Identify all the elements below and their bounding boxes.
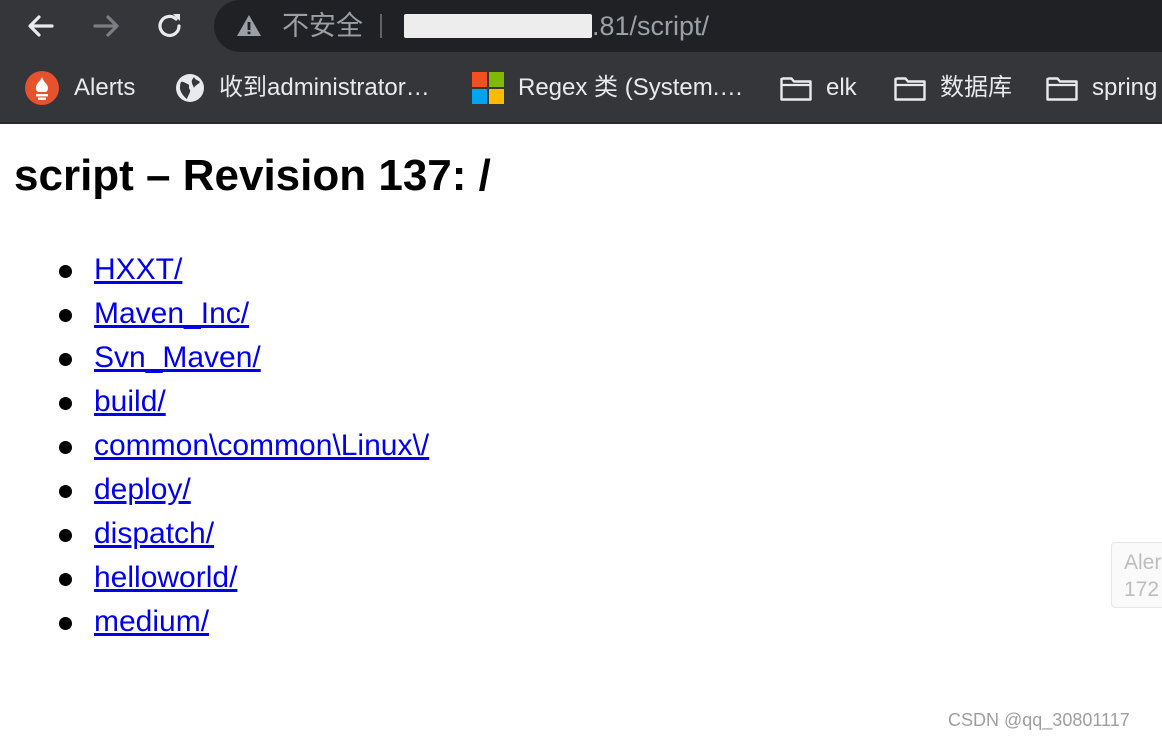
directory-link-common-linux[interactable]: common\common\Linux\/	[94, 429, 429, 462]
tooltip-line: Aler	[1124, 551, 1162, 574]
forward-button[interactable]	[86, 6, 126, 46]
bullet	[59, 529, 72, 542]
browser-toolbar: 不安全 .81/script/	[0, 0, 1162, 52]
bullet	[59, 573, 72, 586]
folder-icon	[894, 77, 926, 101]
url-text[interactable]: .81/script/	[592, 7, 709, 45]
tooltip-line: 172	[1124, 578, 1160, 601]
reload-icon	[158, 14, 181, 38]
directory-link-build[interactable]: build/	[94, 385, 166, 418]
bookmarks-bar: Alerts 收到administrator… Regex 类 (System.…	[0, 52, 1162, 124]
arrow-right-icon	[93, 15, 119, 37]
folder-icon	[1046, 77, 1078, 101]
folder-icon	[780, 77, 812, 101]
bookmark-label: spring	[1092, 74, 1158, 101]
directory-link-helloworld[interactable]: helloworld/	[94, 561, 237, 594]
list-item: build/	[0, 380, 429, 424]
bullet	[59, 265, 72, 278]
bookmark-label: Alerts	[74, 74, 136, 101]
list-item: deploy/	[0, 468, 429, 512]
bullet	[59, 309, 72, 322]
bookmark-administrator[interactable]: 收到administrator…	[175, 70, 430, 106]
directory-link-maven-inc[interactable]: Maven_Inc/	[94, 297, 249, 330]
bookmark-folder-database[interactable]: 数据库	[894, 70, 1012, 106]
bookmark-label: 数据库	[940, 74, 1012, 101]
bookmark-folder-spring[interactable]: spring	[1046, 70, 1157, 106]
list-item: medium/	[0, 600, 429, 644]
bookmark-regex[interactable]: Regex 类 (System.…	[472, 70, 743, 106]
bullet	[59, 441, 72, 454]
reload-button[interactable]	[150, 6, 190, 46]
bookmark-label: 收到administrator…	[219, 74, 430, 101]
globe-icon	[176, 74, 204, 102]
directory-link-medium[interactable]: medium/	[94, 605, 209, 638]
list-item: HXXT/	[0, 248, 429, 292]
list-item: Svn_Maven/	[0, 336, 429, 380]
bookmark-folder-elk[interactable]: elk	[780, 70, 857, 106]
list-item: Maven_Inc/	[0, 292, 429, 336]
list-item: common\common\Linux\/	[0, 424, 429, 468]
list-item: helloworld/	[0, 556, 429, 600]
back-button[interactable]	[21, 6, 61, 46]
page-title: script – Revision 137: /	[14, 151, 491, 200]
address-bar[interactable]: 不安全 .81/script/	[214, 0, 1162, 52]
bullet	[59, 353, 72, 366]
list-item: dispatch/	[0, 512, 429, 556]
watermark: CSDN @qq_30801117	[948, 710, 1130, 730]
bookmark-label: Regex 类 (System.…	[518, 74, 744, 101]
notification-tooltip[interactable]: Aler 172	[1111, 542, 1162, 608]
redacted-address	[404, 14, 592, 38]
directory-link-hxxt[interactable]: HXXT/	[94, 253, 182, 286]
directory-link-svn-maven[interactable]: Svn_Maven/	[94, 341, 261, 374]
separator	[380, 14, 382, 38]
warning-icon[interactable]	[236, 13, 262, 39]
bullet	[59, 397, 72, 410]
microsoft-icon	[472, 72, 504, 104]
bookmark-alerts[interactable]: Alerts	[24, 70, 135, 106]
arrow-left-icon	[28, 15, 54, 37]
bullet	[59, 617, 72, 630]
directory-link-deploy[interactable]: deploy/	[94, 473, 191, 506]
directory-list: HXXT/ Maven_Inc/ Svn_Maven/ build/ commo…	[0, 248, 429, 644]
bookmark-label: elk	[826, 74, 857, 101]
directory-link-dispatch[interactable]: dispatch/	[94, 517, 214, 550]
bullet	[59, 485, 72, 498]
security-label[interactable]: 不安全	[282, 7, 363, 45]
prometheus-icon	[25, 71, 59, 105]
